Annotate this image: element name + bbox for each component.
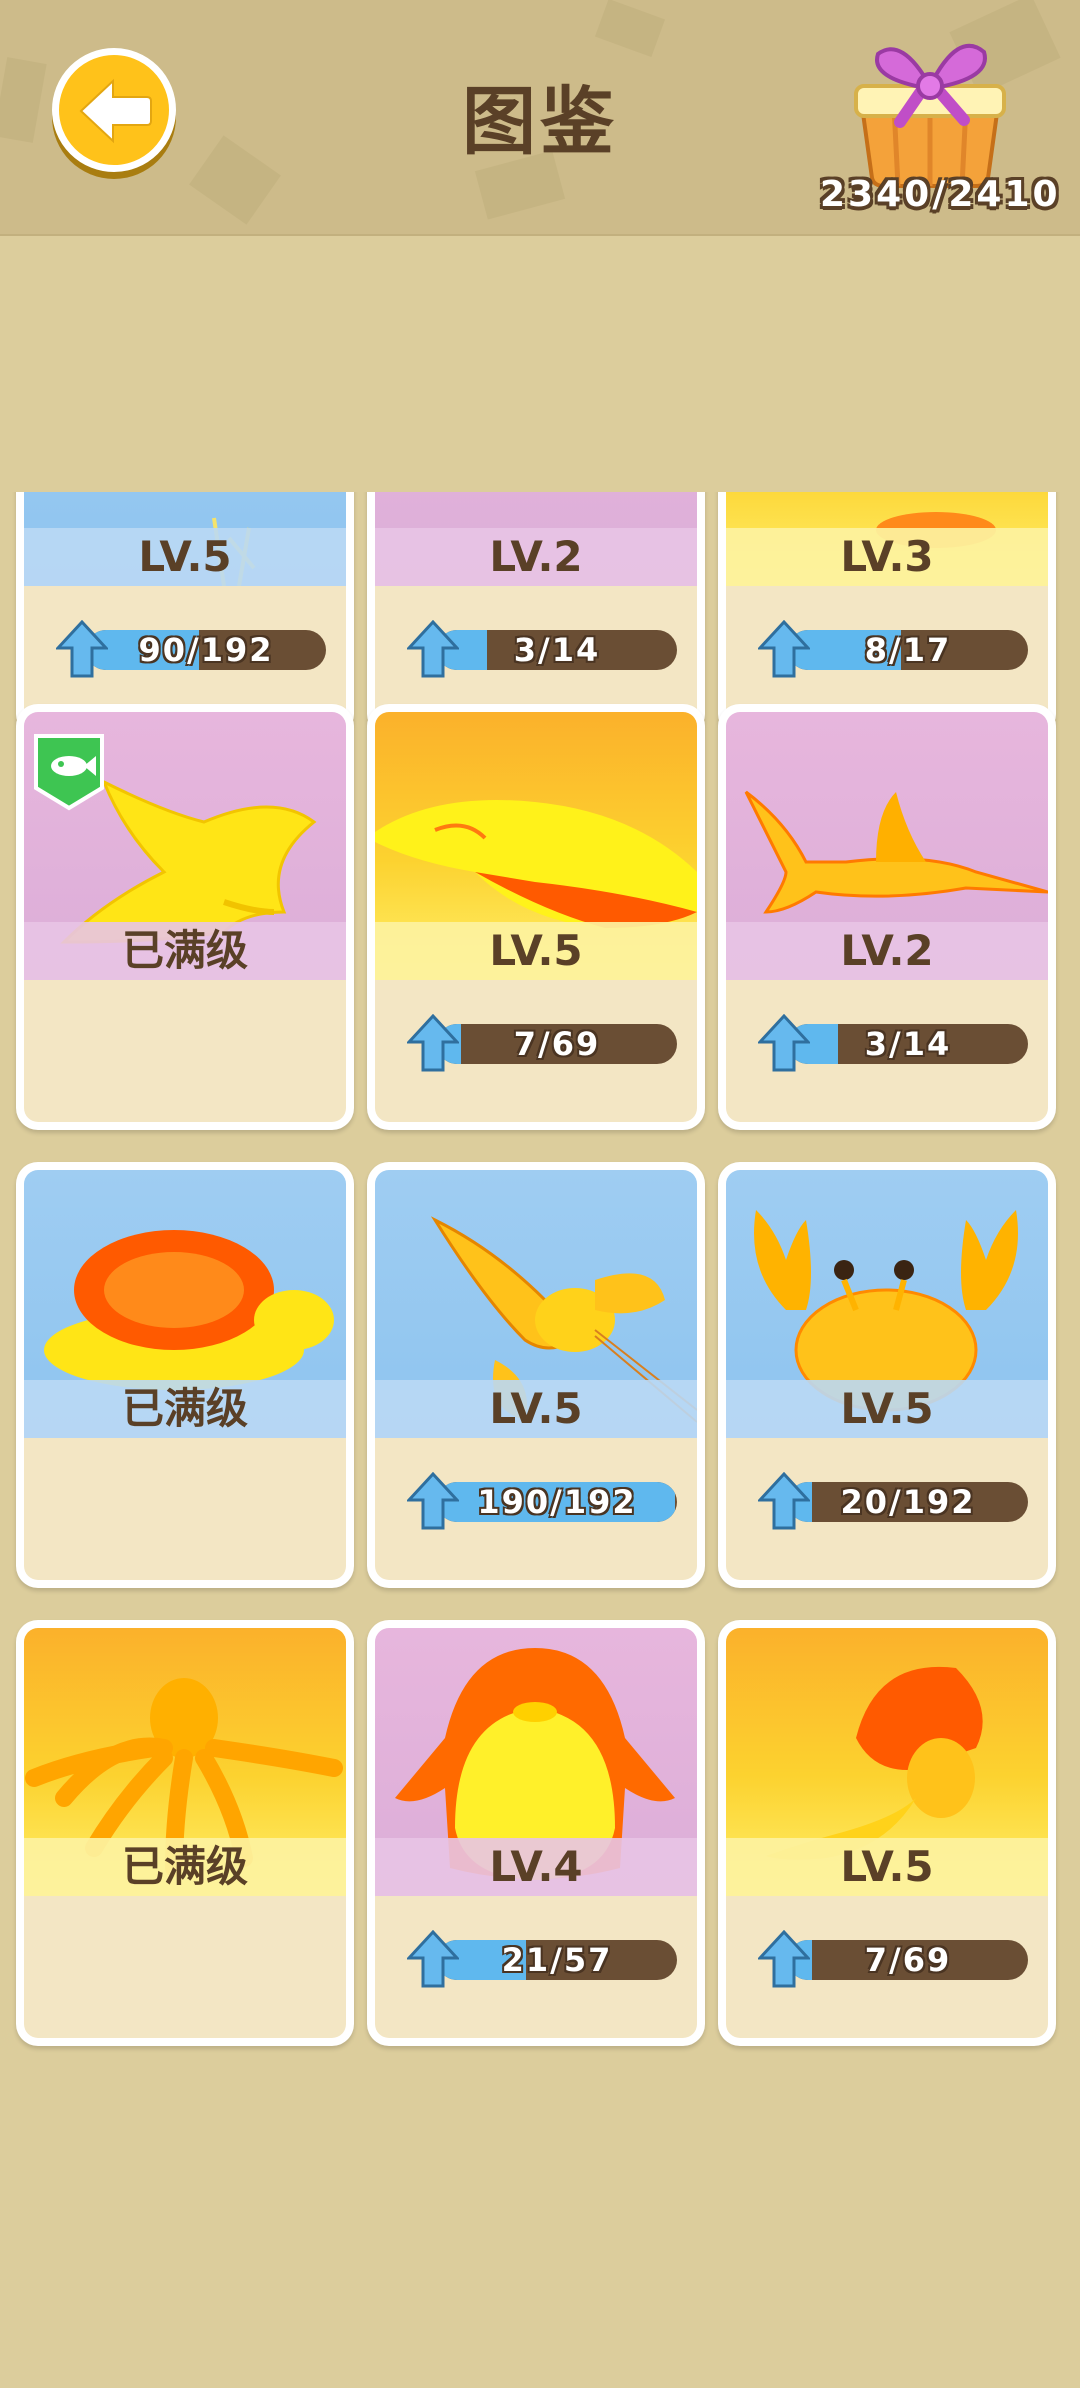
background-shard: [594, 0, 666, 58]
top-bar: 图鉴 2340/2410: [0, 0, 1080, 236]
collection-card[interactable]: LV.5 7/69: [367, 704, 705, 1130]
upgrade-arrow-icon: [758, 1930, 810, 1988]
upgrade-progress-bar: 21/57: [407, 1930, 683, 1988]
card-footer: [24, 1438, 346, 1580]
upgrade-arrow-icon: [407, 620, 459, 678]
upgrade-progress-bar: 90/192: [56, 620, 332, 678]
gift-box-icon[interactable]: [842, 26, 1018, 190]
fish-badge-icon: [34, 734, 104, 811]
level-label: 已满级: [24, 1380, 346, 1438]
progress-text: 3/14: [513, 631, 601, 669]
upgrade-arrow-icon: [407, 1472, 459, 1530]
upgrade-arrow-icon: [758, 620, 810, 678]
collection-card[interactable]: LV.4 21/57: [367, 1620, 705, 2046]
card-footer: 7/69: [726, 1896, 1048, 2038]
upgrade-arrow-icon: [407, 1930, 459, 1988]
collection-card[interactable]: LV.5 20/192: [718, 1162, 1056, 1588]
upgrade-progress-bar: 3/14: [758, 1014, 1034, 1072]
collection-card[interactable]: 已满级: [16, 1162, 354, 1588]
upgrade-progress-bar: 190/192: [407, 1472, 683, 1530]
progress-text: 7/69: [513, 1025, 601, 1063]
card-footer: 7/69: [375, 980, 697, 1122]
upgrade-arrow-icon: [407, 1014, 459, 1072]
card-footer: [24, 1896, 346, 2038]
level-label: LV.5: [375, 922, 697, 980]
level-label: LV.5: [24, 528, 346, 586]
card-footer: 190/192: [375, 1438, 697, 1580]
collection-card[interactable]: LV.5 190/192: [367, 1162, 705, 1588]
level-label: LV.4: [375, 1838, 697, 1896]
progress-text: 21/57: [501, 1941, 613, 1979]
progress-text: 90/192: [138, 631, 274, 669]
collection-card[interactable]: 已满级: [16, 1620, 354, 2046]
card-footer: 21/57: [375, 1896, 697, 2038]
upgrade-progress-bar: 7/69: [407, 1014, 683, 1072]
level-label: 已满级: [24, 1838, 346, 1896]
progress-text: 20/192: [840, 1483, 976, 1521]
gift-progress-count: 2340/2410: [820, 174, 1061, 215]
collection-card[interactable]: LV.2 3/14: [718, 704, 1056, 1130]
upgrade-arrow-icon: [758, 1472, 810, 1530]
upgrade-arrow-icon: [56, 620, 108, 678]
collection-card[interactable]: LV.2 3/14: [367, 492, 705, 736]
collection-card[interactable]: LV.5 7/69: [718, 1620, 1056, 2046]
upgrade-progress-bar: 3/14: [407, 620, 683, 678]
collection-grid[interactable]: LV.5 90/192 LV.2 3/14 LV.3 8/17 已满级 LV.5…: [0, 492, 1080, 2388]
level-label: LV.2: [375, 528, 697, 586]
progress-text: 8/17: [864, 631, 952, 669]
level-label: LV.3: [726, 528, 1048, 586]
level-label: LV.5: [375, 1380, 697, 1438]
collection-card[interactable]: 已满级: [16, 704, 354, 1130]
collection-card[interactable]: LV.5 90/192: [16, 492, 354, 736]
upgrade-progress-bar: 20/192: [758, 1472, 1034, 1530]
level-label: LV.2: [726, 922, 1048, 980]
upgrade-progress-bar: 7/69: [758, 1930, 1034, 1988]
level-label: LV.5: [726, 1838, 1048, 1896]
progress-text: 3/14: [864, 1025, 952, 1063]
card-footer: 3/14: [726, 980, 1048, 1122]
collection-card[interactable]: LV.3 8/17: [718, 492, 1056, 736]
level-label: 已满级: [24, 922, 346, 980]
level-label: LV.5: [726, 1380, 1048, 1438]
card-footer: [24, 980, 346, 1122]
progress-text: 7/69: [864, 1941, 952, 1979]
upgrade-progress-bar: 8/17: [758, 620, 1034, 678]
progress-text: 190/192: [477, 1483, 637, 1521]
card-footer: 20/192: [726, 1438, 1048, 1580]
upgrade-arrow-icon: [758, 1014, 810, 1072]
